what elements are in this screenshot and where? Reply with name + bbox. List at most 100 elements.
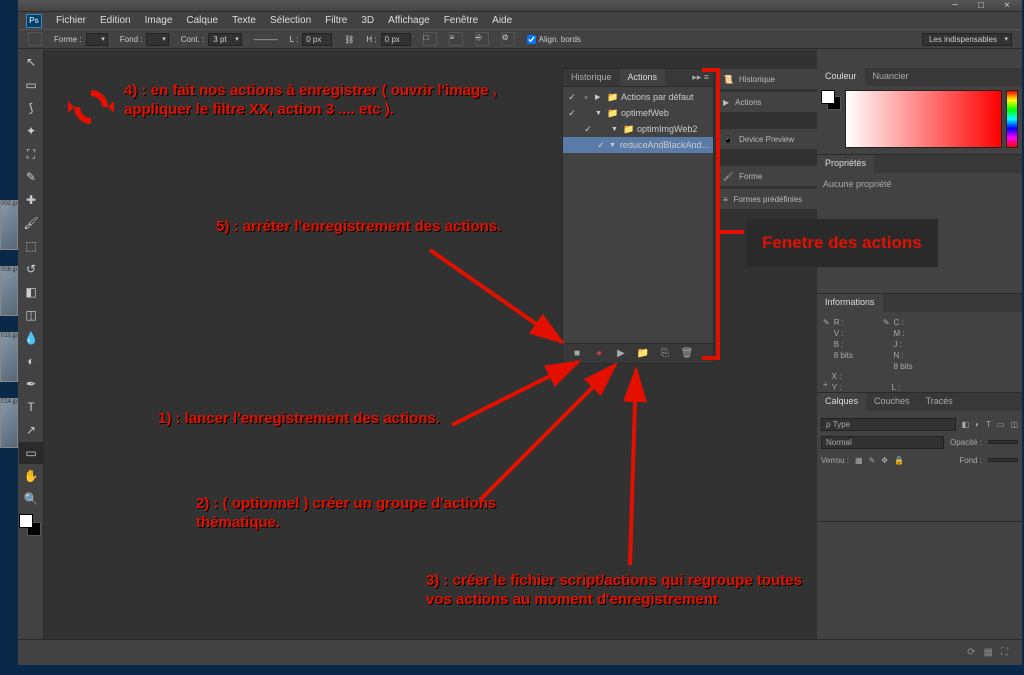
record-button[interactable]: ● <box>591 346 607 362</box>
stamp-tool[interactable]: ⬚ <box>19 235 43 257</box>
annotation-3: 3) : créer le fichier script/actions qui… <box>426 572 826 610</box>
lasso-tool[interactable]: ⟆ <box>19 97 43 119</box>
sync-icon[interactable]: ⟳ <box>967 647 975 658</box>
marquee-tool[interactable]: ▭ <box>19 74 43 96</box>
w-label: L : <box>290 35 299 44</box>
h-label: H : <box>366 35 376 44</box>
info-rgb: ✎R :V :B :8 bits +X :Y : <box>823 318 853 386</box>
menubar: Ps Fichier Edition Image Calque Texte Sé… <box>18 12 1022 29</box>
eraser-tool[interactable]: ◧ <box>19 281 43 303</box>
tab-proprietes[interactable]: Propriétés <box>817 155 874 173</box>
stop-recording-button[interactable]: ■ <box>569 346 585 362</box>
desktop-thumb: 002.jp <box>0 200 18 250</box>
menu-image[interactable]: Image <box>145 15 173 26</box>
ps-logo: Ps <box>26 14 42 28</box>
workspace-dropdown[interactable]: Les indispensables <box>922 33 1012 46</box>
move-tool[interactable]: ↖ <box>19 51 43 73</box>
tab-informations[interactable]: Informations <box>817 294 883 312</box>
align-edges[interactable]: Align. bords <box>527 35 581 44</box>
cont-dropdown[interactable]: 3 pt <box>208 33 241 46</box>
action-item-selected[interactable]: ✓▼reduceAndBlackAnd... <box>563 137 713 153</box>
menu-calque[interactable]: Calque <box>186 15 218 26</box>
forme-dropdown[interactable] <box>86 33 108 46</box>
align-icon[interactable]: ≡ <box>449 32 463 46</box>
action-set[interactable]: ✓▼📁optimImgWeb2 <box>563 121 713 137</box>
bracket-tick <box>720 230 744 234</box>
tab-nuancier[interactable]: Nuancier <box>865 68 917 86</box>
arrange-icon[interactable]: ⎆ <box>475 32 489 46</box>
gradient-tool[interactable]: ◫ <box>19 304 43 326</box>
menu-selection[interactable]: Sélection <box>270 15 311 26</box>
menu-3d[interactable]: 3D <box>361 15 374 26</box>
minimize-button[interactable]: − <box>944 0 966 12</box>
hue-strip[interactable] <box>1006 90 1018 148</box>
gear-icon[interactable]: ⚙ <box>501 32 515 46</box>
tool-preset-icon[interactable] <box>28 32 42 46</box>
tab-calques[interactable]: Calques <box>817 393 866 411</box>
tab-actions[interactable]: Actions <box>620 69 666 86</box>
brush-icon: 🖌 <box>723 172 733 181</box>
annotation-5: 5) : arréter l'enregistrement des action… <box>216 218 536 237</box>
tab-traces[interactable]: Tracés <box>918 393 961 411</box>
stroke-style[interactable]: ——— <box>254 35 278 44</box>
history-icon: 📜 <box>723 75 733 84</box>
status-bar: ⟳ ▦ ⛶ <box>18 639 1022 665</box>
tools-panel: ↖ ▭ ⟆ ✦ ⛶ ✎ ✚ 🖌 ⬚ ↺ ◧ ◫ 💧 ◐ ✒ T ↗ ▭ ✋ 🔍 <box>18 50 44 639</box>
path-ops-icon[interactable]: □ <box>423 32 437 46</box>
menu-fichier[interactable]: Fichier <box>56 15 86 26</box>
play-icon: ▶ <box>723 98 729 107</box>
titlebar: − □ × <box>18 0 1022 12</box>
brush-tool[interactable]: 🖌 <box>19 212 43 234</box>
close-button[interactable]: × <box>996 0 1018 12</box>
pen-tool[interactable]: ✒ <box>19 373 43 395</box>
menu-filtre[interactable]: Filtre <box>325 15 347 26</box>
fill-input[interactable] <box>988 458 1018 462</box>
path-select-tool[interactable]: ↗ <box>19 419 43 441</box>
menu-edition[interactable]: Edition <box>100 15 131 26</box>
tab-historique[interactable]: Historique <box>563 69 620 86</box>
type-tool[interactable]: T <box>19 396 43 418</box>
play-button[interactable]: ▶ <box>613 346 629 362</box>
new-set-button[interactable]: 📁 <box>635 346 651 362</box>
menu-texte[interactable]: Texte <box>232 15 256 26</box>
action-set[interactable]: ✓▫▶📁Actions par défaut <box>563 89 713 105</box>
expand-icon[interactable]: ⛶ <box>1001 647 1008 658</box>
tab-couleur[interactable]: Couleur <box>817 68 865 86</box>
opacity-input[interactable] <box>988 440 1018 444</box>
action-set[interactable]: ✓▼📁optimefWeb <box>563 105 713 121</box>
eyedropper-tool[interactable]: ✎ <box>19 166 43 188</box>
heal-tool[interactable]: ✚ <box>19 189 43 211</box>
fg-bg-swatches[interactable] <box>19 514 41 536</box>
h-input[interactable]: 0 px <box>381 33 411 46</box>
color-picker[interactable] <box>845 90 1002 148</box>
w-input[interactable]: 0 px <box>302 33 332 46</box>
annotation-2: 2) : ( optionnel ) créer un groupe d'act… <box>196 495 536 533</box>
delete-button[interactable]: 🗑 <box>679 346 695 362</box>
wand-tool[interactable]: ✦ <box>19 120 43 142</box>
menu-affichage[interactable]: Affichage <box>388 15 430 26</box>
color-swatches[interactable] <box>821 90 841 110</box>
history-brush-tool[interactable]: ↺ <box>19 258 43 280</box>
menu-aide[interactable]: Aide <box>492 15 512 26</box>
link-wh-icon[interactable]: ⛓ <box>344 35 354 44</box>
blur-tool[interactable]: 💧 <box>19 327 43 349</box>
blend-mode-dropdown[interactable]: Normal <box>821 436 944 449</box>
actions-list: ✓▫▶📁Actions par défaut ✓▼📁optimefWeb ✓▼📁… <box>563 87 713 155</box>
fond-dropdown[interactable] <box>146 33 168 46</box>
layer-filter-type[interactable]: ρ Type <box>821 418 956 431</box>
desktop-thumb: 006.jp <box>0 266 18 316</box>
grid-icon[interactable]: ▦ <box>984 647 993 658</box>
actions-panel: Historique Actions ▸▸ ≡ ✓▫▶📁Actions par … <box>562 68 714 364</box>
new-action-button[interactable]: ⎘ <box>657 346 673 362</box>
hand-tool[interactable]: ✋ <box>19 465 43 487</box>
bracket <box>702 68 720 360</box>
tab-couches[interactable]: Couches <box>866 393 918 411</box>
crop-tool[interactable]: ⛶ <box>19 143 43 165</box>
shape-tool[interactable]: ▭ <box>19 442 43 464</box>
dodge-tool[interactable]: ◐ <box>19 350 43 372</box>
zoom-tool[interactable]: 🔍 <box>19 488 43 510</box>
annotation-window-label: Fenetre des actions <box>746 219 938 267</box>
maximize-button[interactable]: □ <box>970 0 992 12</box>
menu-fenetre[interactable]: Fenêtre <box>444 15 478 26</box>
right-dock: CouleurNuancier Propriétés Aucune propri… <box>817 68 1022 639</box>
